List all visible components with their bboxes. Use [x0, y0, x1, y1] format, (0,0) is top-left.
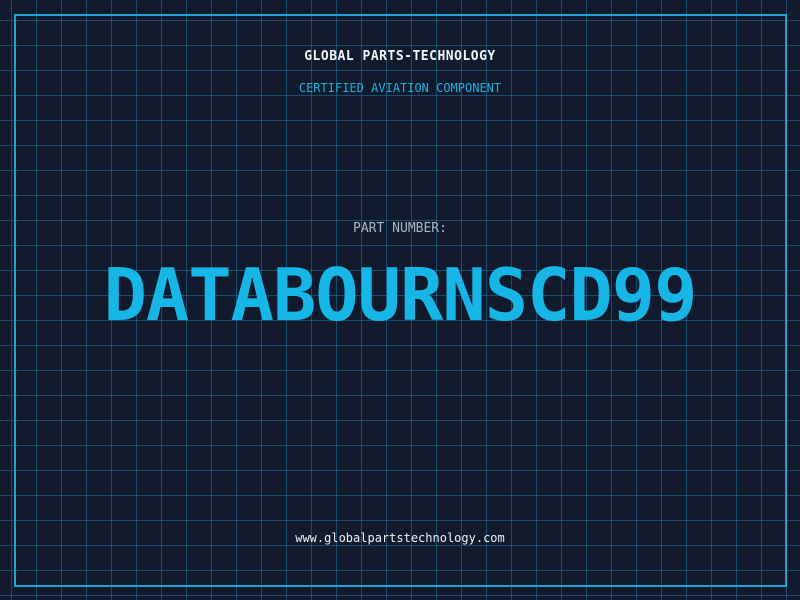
brand-subtitle: CERTIFIED AVIATION COMPONENT	[298, 81, 502, 95]
part-number-label: PART NUMBER:	[353, 221, 447, 236]
website-link[interactable]: www.globalpartstechnology.com	[0, 531, 800, 545]
brand-title: GLOBAL PARTS-TECHNOLOGY	[304, 49, 496, 64]
part-number-value: DATABOURNSCD99	[103, 253, 698, 337]
part-label-card: GLOBAL PARTS-TECHNOLOGY CERTIFIED AVIATI…	[0, 0, 800, 600]
